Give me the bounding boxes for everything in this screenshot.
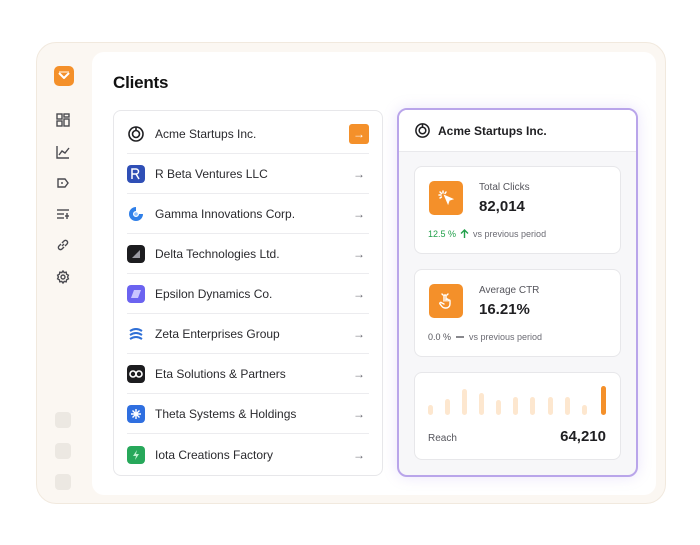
open-client-button[interactable]: → — [349, 204, 369, 224]
open-client-button[interactable]: → — [349, 364, 369, 384]
client-row-epsilon[interactable]: Epsilon Dynamics Co. → — [127, 275, 369, 314]
sidebar-placeholder — [55, 412, 71, 428]
change-period: vs previous period — [473, 229, 547, 239]
stat-value: 16.21% — [479, 301, 530, 318]
open-client-button[interactable]: → — [349, 324, 369, 344]
settings-icon[interactable] — [54, 268, 72, 286]
client-row-eta[interactable]: Eta Solutions & Partners → — [127, 355, 369, 394]
delta-logo-icon — [127, 245, 145, 263]
epsilon-logo-icon — [127, 285, 145, 303]
detail-title: Acme Startups Inc. — [438, 123, 547, 138]
client-row-zeta[interactable]: Zeta Enterprises Group → — [127, 315, 369, 354]
client-row-beta[interactable]: R Beta Ventures LLC → — [127, 155, 369, 194]
stat-label: Total Clicks — [479, 182, 530, 193]
open-client-button[interactable]: → — [349, 284, 369, 304]
open-client-button[interactable]: → — [349, 445, 369, 465]
reach-bar — [479, 393, 484, 415]
client-row-theta[interactable]: Theta Systems & Holdings → — [127, 395, 369, 434]
page-title: Clients — [113, 73, 169, 92]
link-icon[interactable] — [54, 236, 72, 254]
client-row-gamma[interactable]: Gamma Innovations Corp. → — [127, 195, 369, 234]
reach-bar — [496, 400, 501, 415]
eta-logo-icon — [127, 365, 145, 383]
gamma-logo-icon — [127, 205, 145, 223]
theta-logo-icon — [127, 405, 145, 423]
total-clicks-card: Total Clicks 82,014 12.5 % vs previous p… — [414, 166, 621, 254]
reach-bar — [513, 397, 518, 415]
reach-bar — [445, 399, 450, 415]
filter-list-icon[interactable] — [54, 205, 72, 223]
acme-logo-icon — [127, 125, 145, 143]
cursor-click-icon — [429, 181, 463, 215]
reach-bar — [565, 397, 570, 415]
client-name: Theta Systems & Holdings — [155, 407, 297, 421]
zeta-logo-icon — [127, 325, 145, 343]
reach-sparkline — [428, 386, 606, 415]
client-name: R Beta Ventures LLC — [155, 167, 268, 181]
open-client-button[interactable]: → — [349, 164, 369, 184]
stat-change: 0.0 % vs previous period — [428, 332, 542, 342]
average-ctr-card: Average CTR 16.21% 0.0 % vs previous per… — [414, 269, 621, 357]
client-name: Epsilon Dynamics Co. — [155, 287, 273, 301]
client-name: Zeta Enterprises Group — [155, 327, 280, 341]
open-client-button[interactable]: → — [349, 404, 369, 424]
beta-logo-icon — [127, 165, 145, 183]
analytics-icon[interactable] — [54, 143, 72, 161]
reach-bar — [462, 389, 467, 415]
client-row-iota[interactable]: Iota Creations Factory → — [127, 435, 369, 474]
detail-header: Acme Startups Inc. — [399, 110, 636, 152]
iota-logo-icon — [127, 445, 145, 464]
app-logo-icon[interactable] — [54, 66, 74, 86]
change-percent: 0.0 % — [428, 332, 452, 342]
acme-logo-icon — [414, 122, 431, 139]
client-name: Iota Creations Factory — [155, 447, 274, 462]
reach-card: Reach 64,210 — [414, 372, 621, 460]
client-name: Acme Startups Inc. — [155, 127, 257, 141]
reach-bar — [548, 397, 553, 415]
stat-label: Average CTR — [479, 285, 540, 296]
sidebar-placeholder — [55, 474, 71, 490]
stat-value: 82,014 — [479, 198, 525, 215]
arrow-up-icon — [460, 229, 469, 239]
client-name: Delta Technologies Ltd. — [155, 247, 280, 261]
stat-change: 12.5 % vs previous period — [428, 229, 546, 239]
open-client-button[interactable]: → — [349, 244, 369, 264]
reach-bar — [582, 405, 587, 415]
client-row-acme[interactable]: Acme Startups Inc. → — [127, 115, 369, 154]
hand-tap-icon — [429, 284, 463, 318]
client-list: Acme Startups Inc. → R Beta Ventures LLC… — [113, 110, 383, 476]
reach-bar — [530, 397, 535, 415]
client-row-delta[interactable]: Delta Technologies Ltd. → — [127, 235, 369, 274]
stat-value: 64,210 — [560, 428, 606, 445]
change-percent: 12.5 % — [428, 229, 457, 239]
open-client-button[interactable]: → — [349, 124, 369, 144]
sidebar-placeholder — [55, 443, 71, 459]
reach-bar — [428, 405, 433, 415]
dashboard-icon[interactable] — [54, 111, 72, 129]
change-period: vs previous period — [469, 332, 543, 342]
client-name: Gamma Innovations Corp. — [155, 207, 296, 221]
client-name: Eta Solutions & Partners — [155, 367, 286, 381]
reach-bar-current — [601, 386, 606, 415]
tag-icon[interactable] — [54, 174, 72, 192]
dash-icon — [455, 335, 465, 339]
stat-label: Reach — [428, 433, 457, 444]
